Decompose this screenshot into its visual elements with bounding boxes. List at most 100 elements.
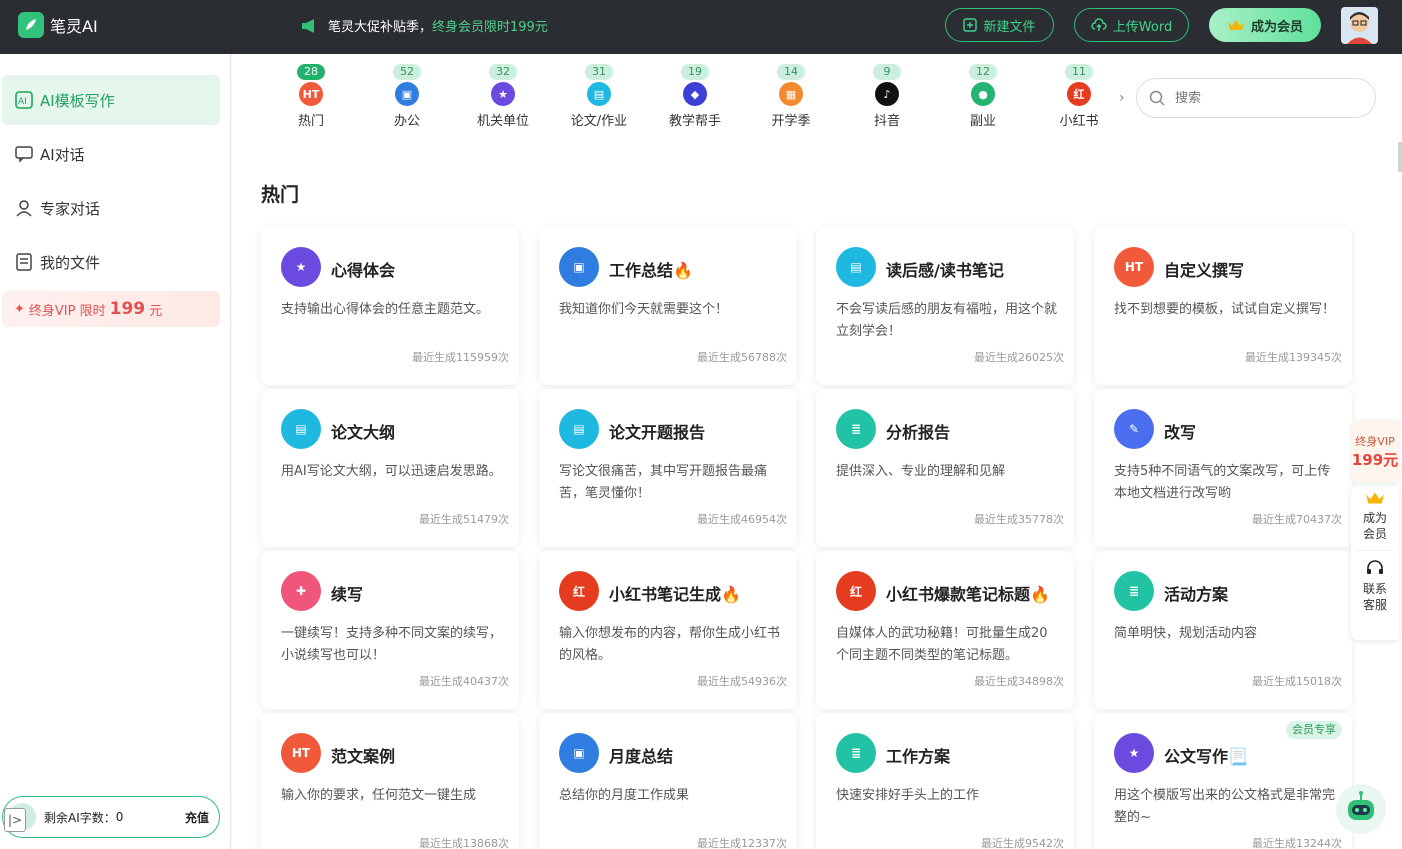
card-description: 提供深入、专业的理解和见解 <box>836 464 1006 479</box>
app-logo[interactable]: 笔灵AI <box>18 12 98 38</box>
divider <box>1357 550 1393 551</box>
card-usage-count: 最近生成40437次 <box>419 675 509 688</box>
template-card[interactable]: ≣ 工作方案 快速安排好手头上的工作 最近生成9542次 <box>816 713 1074 849</box>
category-school-season[interactable]: 14 ▦ 开学季 <box>751 64 831 129</box>
recharge-button[interactable]: 充值 <box>185 809 209 826</box>
category-teaching[interactable]: 19 ◆ 教学帮手 <box>655 64 735 129</box>
briefcase-icon: ▣ <box>395 82 419 106</box>
template-card[interactable]: ▤ 论文开题报告 写论文很痛苦，其中写开题报告最痛苦，笔灵懂你！ 最近生成46954次 <box>539 389 797 547</box>
category-count-badge: 32 <box>489 64 517 80</box>
sidebar-vip-promo[interactable]: ✦ 终身VIP 限时 199 元 <box>2 291 220 327</box>
card-icon: ✎ <box>1114 409 1154 449</box>
search-icon <box>1149 90 1165 106</box>
card-title: 续写 <box>331 585 364 604</box>
category-count-badge: 31 <box>585 64 613 80</box>
section-title: 热门 <box>261 184 300 206</box>
template-card[interactable]: ▣ 工作总结🔥 我知道你们今天就需要这个！ 最近生成56788次 <box>539 227 797 385</box>
template-card[interactable]: ▣ 月度总结 总结你的月度工作成果 最近生成12337次 <box>539 713 797 849</box>
card-title: 工作方案 <box>886 747 951 766</box>
category-thesis[interactable]: 31 ▤ 论文/作业 <box>559 64 639 129</box>
float-member-button[interactable]: 成为 会员 <box>1351 486 1399 542</box>
category-xiaohongshu[interactable]: 11 红 小红书 <box>1039 64 1119 129</box>
card-description: 快速安排好手头上的工作 <box>836 788 980 803</box>
card-title: 月度总结 <box>609 747 674 766</box>
chevron-right-icon[interactable]: › <box>1119 90 1125 106</box>
card-description: 输入你想发布的内容，帮你生成小红书的风格。 <box>559 626 781 663</box>
xiaohongshu-icon: 红 <box>1067 82 1091 106</box>
sidebar-item-ai-chat[interactable]: AI对话 <box>2 129 220 179</box>
user-avatar[interactable] <box>1341 7 1378 44</box>
card-title: 小红书爆款笔记标题🔥 <box>886 585 1050 604</box>
card-title: 活动方案 <box>1164 585 1229 604</box>
float-vip-promo[interactable]: 终身VIP 199元 <box>1351 420 1399 482</box>
category-bar: 28 HT 热门 52 ▣ 办公 32 ★ 机关单位 31 ▤ 论文/作业 19… <box>232 54 1402 142</box>
new-file-button[interactable]: 新建文件 <box>945 8 1054 42</box>
card-icon: ▤ <box>281 409 321 449</box>
search-input[interactable] <box>1175 90 1345 106</box>
collapse-sidebar-button[interactable]: |> <box>4 808 26 832</box>
become-member-button[interactable]: 成为会员 <box>1209 8 1321 42</box>
book-icon: ▤ <box>587 82 611 106</box>
card-icon: ▤ <box>559 409 599 449</box>
template-card[interactable]: ★ 公文写作📃 用这个模版写出来的公文格式是非常完整的~ 最近生成13244次 会员专享 <box>1094 713 1352 849</box>
card-usage-count: 最近生成13868次 <box>419 837 509 849</box>
category-office[interactable]: 52 ▣ 办公 <box>367 64 447 129</box>
fire-icon: HT <box>299 82 323 106</box>
file-icon <box>16 253 32 271</box>
card-title: 小红书笔记生成🔥 <box>609 585 741 604</box>
card-description: 不会写读后感的朋友有福啦，用这个就立刻学会！ <box>836 302 1058 339</box>
category-side-job[interactable]: 12 ● 副业 <box>943 64 1023 129</box>
card-usage-count: 最近生成51479次 <box>419 513 509 526</box>
category-hot[interactable]: 28 HT 热门 <box>271 64 351 129</box>
card-title: 论文开题报告 <box>609 423 706 442</box>
member-only-badge: 会员专享 <box>1286 721 1342 739</box>
calendar-icon: ▦ <box>779 82 803 106</box>
sidebar-item-ai-template[interactable]: AI AI模板写作 <box>2 75 220 125</box>
card-title: 自定义撰写 <box>1164 261 1245 280</box>
card-title: 论文大纲 <box>331 423 396 442</box>
card-usage-count: 最近生成56788次 <box>697 351 787 364</box>
category-douyin[interactable]: 9 ♪ 抖音 <box>847 64 927 129</box>
template-card[interactable]: 红小红书笔记生成🔥 输入你想发布的内容，帮你生成小红书的风格。 最近生成54936次 <box>539 551 797 709</box>
scrollbar[interactable] <box>1398 142 1402 172</box>
template-card[interactable]: ≣ 活动方案 简单明快，规划活动内容 最近生成15018次 <box>1094 551 1352 709</box>
card-title: 心得体会 <box>331 261 396 280</box>
category-count-badge: 14 <box>777 64 805 80</box>
float-panel: 成为 会员 联系 客服 <box>1351 486 1399 640</box>
sidebar-item-my-files[interactable]: 我的文件 <box>2 237 220 287</box>
sidebar-item-expert-chat[interactable]: 专家对话 <box>2 183 220 233</box>
card-icon: HT <box>1114 247 1154 287</box>
template-card[interactable]: HT 自定义撰写 找不到想要的模板，试试自定义撰写！ 最近生成139345次 <box>1094 227 1352 385</box>
assistant-robot-icon[interactable] <box>1336 784 1386 834</box>
promo-banner[interactable]: 笔灵大促补贴季， 终身会员限时199元 <box>300 16 548 35</box>
card-usage-count: 最近生成70437次 <box>1252 513 1342 526</box>
template-card[interactable]: ≣ 分析报告 提供深入、专业的理解和见解 最近生成35778次 <box>816 389 1074 547</box>
headset-icon <box>1367 560 1383 574</box>
card-description: 自媒体人的武功秘籍！可批量生成20个同主题不同类型的笔记标题。 <box>836 626 1048 663</box>
card-description: 简单明快，规划活动内容 <box>1114 626 1258 641</box>
card-icon: ★ <box>1114 733 1154 773</box>
category-count-badge: 9 <box>873 64 901 80</box>
expert-icon <box>16 200 32 217</box>
template-card[interactable]: HT 范文案例 输入你的要求，任何范文一键生成 最近生成13868次 <box>261 713 519 849</box>
template-card[interactable]: ★ 心得体会 支持输出心得体会的任意主题范文。 最近生成115959次 <box>261 227 519 385</box>
search-box[interactable] <box>1136 78 1376 118</box>
upload-word-button[interactable]: 上传Word <box>1074 8 1189 42</box>
card-usage-count: 最近生成9542次 <box>981 837 1064 849</box>
category-government[interactable]: 32 ★ 机关单位 <box>463 64 543 129</box>
card-description: 输入你的要求，任何范文一键生成 <box>281 788 477 803</box>
pin-icon: ● <box>971 82 995 106</box>
template-card[interactable]: 红小红书爆款笔记标题🔥 自媒体人的武功秘籍！可批量生成20个同主题不同类型的笔记标… <box>816 551 1074 709</box>
card-usage-count: 最近生成46954次 <box>697 513 787 526</box>
svg-text:AI: AI <box>18 97 27 107</box>
card-usage-count: 最近生成34898次 <box>974 675 1064 688</box>
float-service-button[interactable]: 联系 客服 <box>1351 559 1399 613</box>
template-card[interactable]: ▤ 读后感/读书笔记 不会写读后感的朋友有福啦，用这个就立刻学会！ 最近生成26025… <box>816 227 1074 385</box>
card-usage-count: 最近生成13244次 <box>1252 837 1342 849</box>
template-card[interactable]: ▤ 论文大纲 用AI写论文大纲，可以迅速启发思路。 最近生成51479次 <box>261 389 519 547</box>
chat-icon <box>15 146 33 163</box>
template-card[interactable]: ✚ 续写 一键续写！支持多种不同文案的续写，小说续写也可以！ 最近生成40437次 <box>261 551 519 709</box>
category-count-badge: 52 <box>393 64 421 80</box>
card-icon: ▤ <box>836 247 876 287</box>
template-card[interactable]: ✎ 改写 支持5种不同语气的文案改写，可上传本地文档进行改写哟 最近生成70437次 <box>1094 389 1352 547</box>
